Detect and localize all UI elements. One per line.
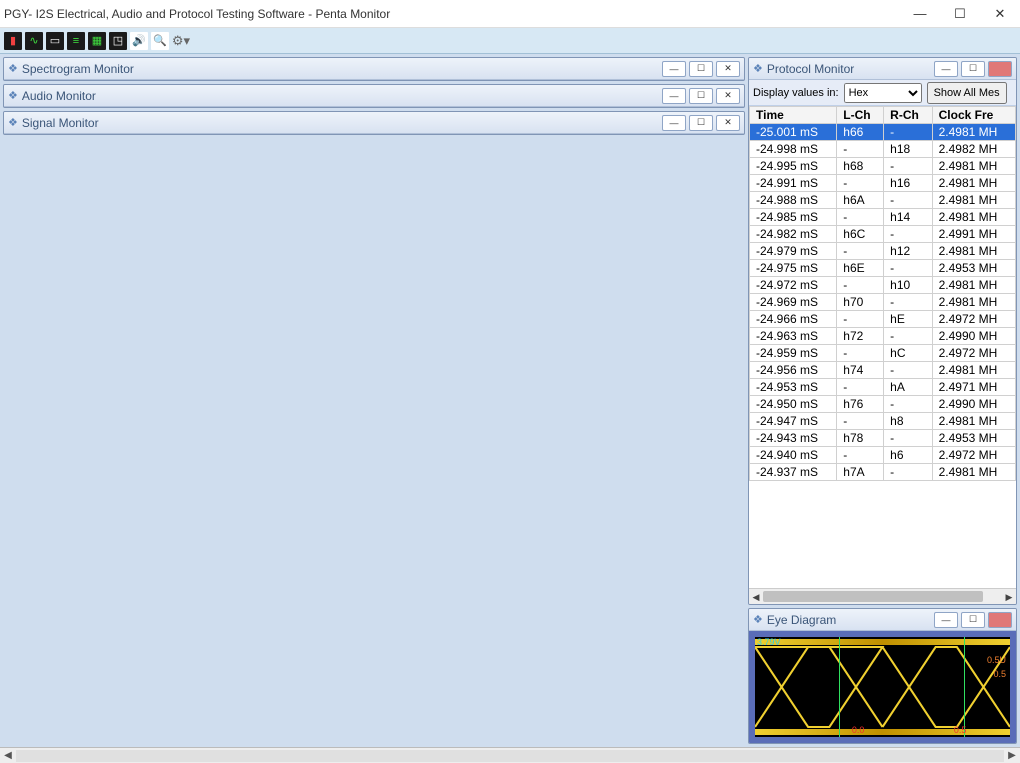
link-icon: ❖ <box>753 613 763 626</box>
toolbar-chart-icon[interactable]: ◳ <box>109 32 127 50</box>
window-minimize-button[interactable]: — <box>900 0 940 28</box>
panel-minimize-button[interactable]: — <box>662 88 686 104</box>
column-header[interactable]: Clock Fre <box>932 107 1015 124</box>
table-row[interactable]: -24.991 mS-h162.4981 MH <box>750 175 1016 192</box>
toolbar-grid-icon[interactable]: ▦ <box>88 32 106 50</box>
toolbar-screen-icon[interactable]: ▭ <box>46 32 64 50</box>
table-row[interactable]: -24.982 mSh6C-2.4991 MH <box>750 226 1016 243</box>
audio-panel: ❖ Audio Monitor — ☐ ✕ Audio Monitor 🎨 📷 … <box>3 84 745 108</box>
table-row[interactable]: -24.947 mS-h82.4981 MH <box>750 413 1016 430</box>
panel-close-button[interactable]: ✕ <box>716 115 740 131</box>
eye-diagram-panel: ❖ Eye Diagram — ☐ 3.79V 0.5U <box>748 608 1017 744</box>
panel-maximize-button[interactable]: ☐ <box>689 88 713 104</box>
protocol-header[interactable]: ❖ Protocol Monitor — ☐ <box>749 58 1016 80</box>
signal-title: Signal Monitor <box>22 116 99 130</box>
eye-marker-label: 0.5U <box>987 655 1006 665</box>
toolbar-sine-icon[interactable]: ∿ <box>25 32 43 50</box>
left-column: ❖ Spectrogram Monitor — ☐ ✕ 🔗 📷 ✋ ↶ ╋ ⛶ … <box>0 54 748 747</box>
table-row[interactable]: -24.995 mSh68-2.4981 MH <box>750 158 1016 175</box>
signal-panel: ❖ Signal Monitor — ☐ ✕ Signal Monitor 🎨 … <box>3 111 745 135</box>
scroll-right-arrow-icon[interactable]: ▶ <box>1004 750 1020 761</box>
table-row[interactable]: -24.950 mSh76-2.4990 MH <box>750 396 1016 413</box>
table-row[interactable]: -25.001 mSh66-2.4981 MH <box>750 124 1016 141</box>
panel-close-button[interactable]: ✕ <box>716 61 740 77</box>
window-close-button[interactable]: ✕ <box>980 0 1020 28</box>
panel-close-button[interactable] <box>988 612 1012 628</box>
eye-x-label: 0.5 <box>954 725 967 735</box>
eye-y-axis-label: 3.79V <box>757 637 781 647</box>
table-row[interactable]: -24.988 mSh6A-2.4981 MH <box>750 192 1016 209</box>
link-icon: ❖ <box>8 62 18 75</box>
column-header[interactable]: R-Ch <box>884 107 932 124</box>
workspace: ❖ Spectrogram Monitor — ☐ ✕ 🔗 📷 ✋ ↶ ╋ ⛶ … <box>0 54 1020 747</box>
table-row[interactable]: -24.940 mS-h62.4972 MH <box>750 447 1016 464</box>
table-row[interactable]: -24.972 mS-h102.4981 MH <box>750 277 1016 294</box>
panel-minimize-button[interactable]: — <box>934 612 958 628</box>
panel-close-button[interactable]: ✕ <box>716 88 740 104</box>
table-row[interactable]: -24.937 mSh7A-2.4981 MH <box>750 464 1016 481</box>
spectrogram-panel: ❖ Spectrogram Monitor — ☐ ✕ 🔗 📷 ✋ ↶ ╋ ⛶ … <box>3 57 745 81</box>
toolbar-speaker-icon[interactable]: 🔊 <box>130 32 148 50</box>
workspace-horizontal-scrollbar[interactable]: ◀ ▶ <box>0 747 1020 763</box>
eye-diagram-title: Eye Diagram <box>767 613 836 627</box>
panel-maximize-button[interactable]: ☐ <box>689 115 713 131</box>
panel-minimize-button[interactable]: — <box>662 61 686 77</box>
toolbar-search-icon[interactable]: 🔍 <box>151 32 169 50</box>
table-row[interactable]: -24.953 mS-hA2.4971 MH <box>750 379 1016 396</box>
protocol-table: TimeL-ChR-ChClock Fre -25.001 mSh66-2.49… <box>749 106 1016 481</box>
table-row[interactable]: -24.966 mS-hE2.4972 MH <box>750 311 1016 328</box>
column-header[interactable]: L-Ch <box>837 107 884 124</box>
right-column: ❖ Protocol Monitor — ☐ Display values in… <box>748 54 1020 747</box>
window-maximize-button[interactable]: ☐ <box>940 0 980 28</box>
panel-maximize-button[interactable]: ☐ <box>961 61 985 77</box>
toolbar-gear-icon[interactable]: ⚙▾ <box>172 32 190 50</box>
toolbar-list-icon[interactable]: ≡ <box>67 32 85 50</box>
table-row[interactable]: -24.985 mS-h142.4981 MH <box>750 209 1016 226</box>
toolbar-bars-icon[interactable]: ▮ <box>4 32 22 50</box>
protocol-panel: ❖ Protocol Monitor — ☐ Display values in… <box>748 57 1017 605</box>
window-titlebar: PGY- I2S Electrical, Audio and Protocol … <box>0 0 1020 28</box>
table-row[interactable]: -24.959 mS-hC2.4972 MH <box>750 345 1016 362</box>
protocol-controls: Display values in: HexDecBin Show All Me… <box>749 80 1016 106</box>
table-row[interactable]: -24.969 mSh70-2.4981 MH <box>750 294 1016 311</box>
protocol-title: Protocol Monitor <box>767 62 854 76</box>
eye-diagram-header[interactable]: ❖ Eye Diagram — ☐ <box>749 609 1016 631</box>
display-format-select[interactable]: HexDecBin <box>844 83 922 103</box>
protocol-horizontal-scrollbar[interactable]: ◀ ▶ <box>749 588 1016 604</box>
panel-close-button[interactable] <box>988 61 1012 77</box>
link-icon: ❖ <box>8 116 18 129</box>
signal-header[interactable]: ❖ Signal Monitor — ☐ ✕ <box>4 112 744 134</box>
main-toolbar: ▮ ∿ ▭ ≡ ▦ ◳ 🔊 🔍 ⚙▾ <box>0 28 1020 54</box>
column-header[interactable]: Time <box>750 107 837 124</box>
table-row[interactable]: -24.943 mSh78-2.4953 MH <box>750 430 1016 447</box>
spectrogram-header[interactable]: ❖ Spectrogram Monitor — ☐ ✕ <box>4 58 744 80</box>
display-values-label: Display values in: <box>753 87 839 99</box>
panel-minimize-button[interactable]: — <box>934 61 958 77</box>
panel-minimize-button[interactable]: — <box>662 115 686 131</box>
eye-diagram-plot[interactable]: 3.79V 0.5U 0.5 0.0 0.5 <box>755 637 1010 737</box>
spectrogram-title: Spectrogram Monitor <box>22 62 134 76</box>
table-row[interactable]: -24.979 mS-h122.4981 MH <box>750 243 1016 260</box>
link-icon: ❖ <box>8 89 18 102</box>
window-title: PGY- I2S Electrical, Audio and Protocol … <box>4 7 390 21</box>
panel-maximize-button[interactable]: ☐ <box>961 612 985 628</box>
eye-marker-label: 0.5 <box>993 669 1006 679</box>
audio-title: Audio Monitor <box>22 89 96 103</box>
panel-maximize-button[interactable]: ☐ <box>689 61 713 77</box>
eye-x-label: 0.0 <box>852 725 865 735</box>
show-all-messages-button[interactable]: Show All Mes <box>927 82 1007 104</box>
scroll-left-arrow-icon[interactable]: ◀ <box>0 750 16 761</box>
protocol-table-scroll[interactable]: TimeL-ChR-ChClock Fre -25.001 mSh66-2.49… <box>749 106 1016 588</box>
table-row[interactable]: -24.998 mS-h182.4982 MH <box>750 141 1016 158</box>
table-row[interactable]: -24.963 mSh72-2.4990 MH <box>750 328 1016 345</box>
eye-diagram-body: 3.79V 0.5U 0.5 0.0 0.5 <box>749 631 1016 743</box>
table-row[interactable]: -24.956 mSh74-2.4981 MH <box>750 362 1016 379</box>
link-icon: ❖ <box>753 62 763 75</box>
table-row[interactable]: -24.975 mSh6E-2.4953 MH <box>750 260 1016 277</box>
audio-header[interactable]: ❖ Audio Monitor — ☐ ✕ <box>4 85 744 107</box>
